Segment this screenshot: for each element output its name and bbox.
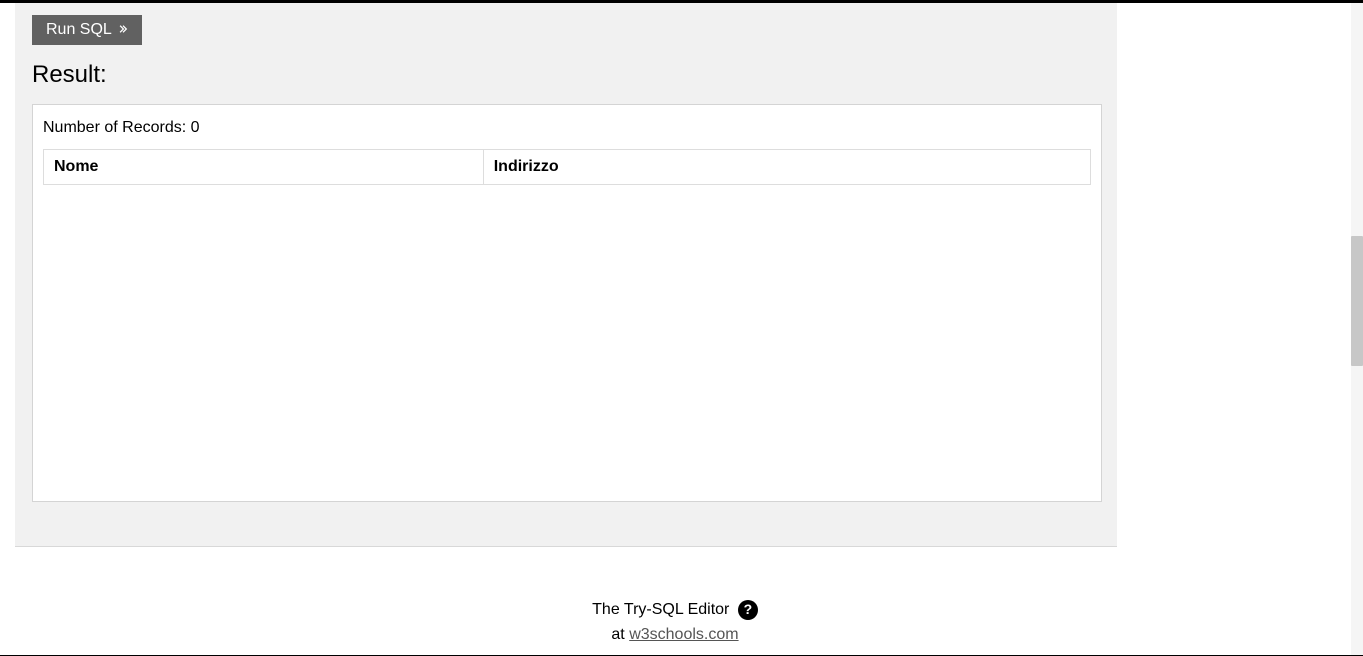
run-sql-button[interactable]: Run SQL <box>32 15 142 45</box>
column-header: Nome <box>44 150 484 185</box>
result-box: Number of Records: 0 Nome Indirizzo <box>32 104 1102 502</box>
footer: The Try-SQL Editor ? at w3schools.com <box>0 597 1350 648</box>
table-header-row: Nome Indirizzo <box>44 150 1091 185</box>
column-header: Indirizzo <box>483 150 1090 185</box>
editor-title-label: The Try-SQL Editor <box>592 601 729 618</box>
footer-at-label: at <box>611 626 629 643</box>
run-sql-label: Run SQL <box>46 21 112 39</box>
chevron-double-right-icon <box>118 21 128 39</box>
records-count: 0 <box>191 119 200 136</box>
records-line: Number of Records: 0 <box>43 119 1091 137</box>
help-icon[interactable]: ? <box>738 600 758 620</box>
result-table: Nome Indirizzo <box>43 149 1091 185</box>
result-heading: Result: <box>32 61 1117 89</box>
left-panel: Run SQL Result: Number of Records: 0 Nom… <box>15 3 1117 547</box>
records-label: Number of Records: <box>43 119 191 136</box>
scrollbar-thumb[interactable] <box>1351 236 1363 366</box>
w3schools-link[interactable]: w3schools.com <box>629 626 738 643</box>
